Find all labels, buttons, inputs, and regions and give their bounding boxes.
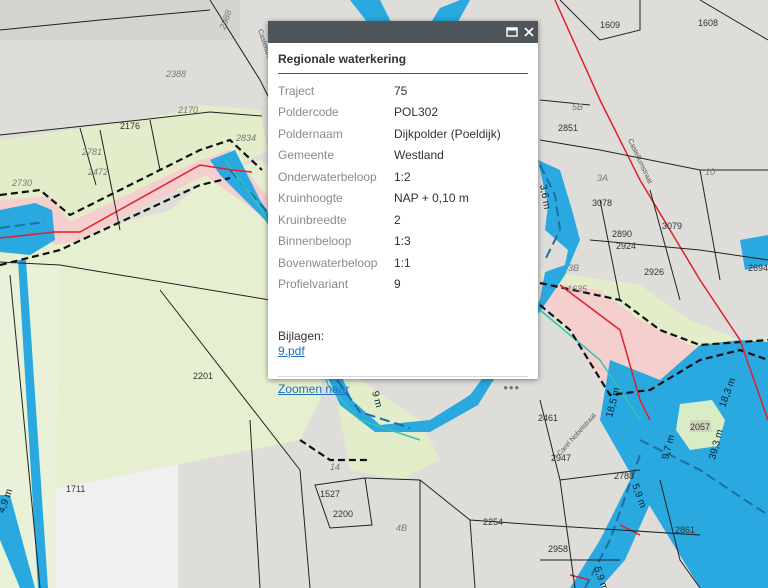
attribute-value: 2 xyxy=(394,212,401,227)
parcel-label: 2176 xyxy=(120,121,140,131)
popup-body: Regionale waterkering Traject 75 Polderco… xyxy=(268,43,538,396)
parcel-label: 2254 xyxy=(483,517,503,527)
attribute-table: Traject 75 Poldercode POL302 Poldernaam Dij… xyxy=(278,80,501,295)
parcel-label: 2461 xyxy=(538,413,558,423)
attribute-value: 1:3 xyxy=(394,234,411,249)
parcel-label: 2834 xyxy=(235,133,256,143)
parcel-label: 2861 xyxy=(675,525,695,535)
parcel-label: 1609 xyxy=(600,20,620,30)
parcel-label: 2200 xyxy=(333,509,353,519)
attribute-row: Traject 75 xyxy=(278,80,501,102)
attribute-value: 1:1 xyxy=(394,255,411,270)
parcel-label: 3079 xyxy=(662,221,682,231)
parcel-label: 2924 xyxy=(616,241,636,251)
attribute-row: Gemeente Westland xyxy=(278,145,501,167)
popup-title: Regionale waterkering xyxy=(278,43,528,74)
parcel-label: 2730 xyxy=(11,178,32,188)
parcel-label: 2788 xyxy=(614,471,634,481)
attribute-key: Bovenwaterbeloop xyxy=(278,255,378,270)
parcel-label: 2781 xyxy=(81,147,102,157)
popup-header xyxy=(268,21,538,43)
attribute-value: NAP + 0,10 m xyxy=(394,191,469,206)
parcel-label: 10 xyxy=(705,167,715,177)
attribute-row: Poldercode POL302 xyxy=(278,102,501,124)
attribute-key: Poldercode xyxy=(278,105,339,120)
parcel-label: 2201 xyxy=(193,371,213,381)
popup-divider xyxy=(278,376,528,377)
parcel-label: 1635 xyxy=(567,284,588,294)
attribute-value: Westland xyxy=(394,148,444,163)
attribute-row: Kruinbreedte 2 xyxy=(278,209,501,231)
zoom-to-link[interactable]: Zoomen naar xyxy=(278,382,349,396)
parcel-label: 1527 xyxy=(320,489,340,499)
attachments-label: Bijlagen: xyxy=(278,329,325,343)
maximize-icon[interactable] xyxy=(504,24,520,40)
attribute-value: 9 xyxy=(394,277,401,292)
parcel-label: 3A xyxy=(597,173,608,183)
attribute-key: Kruinbreedte xyxy=(278,212,347,227)
parcel-label: 3B xyxy=(568,263,579,273)
feature-popup: Regionale waterkering Traject 75 Polderco… xyxy=(268,21,538,396)
attribute-key: Poldernaam xyxy=(278,126,343,141)
attribute-row: Binnenbeloop 1:3 xyxy=(278,231,501,253)
parcel-label: 2890 xyxy=(612,229,632,239)
attribute-row: Bovenwaterbeloop 1:1 xyxy=(278,252,501,274)
attribute-value: 1:2 xyxy=(394,169,411,184)
parcel-label: 3078 xyxy=(592,198,612,208)
attribute-key: Kruinhoogte xyxy=(278,191,343,206)
parcel-label: 2851 xyxy=(558,123,578,133)
parcel-label: 1711 xyxy=(66,484,85,494)
attribute-value: POL302 xyxy=(394,105,439,120)
parcel-label: 2926 xyxy=(644,267,664,277)
parcel-label: 5B xyxy=(572,102,583,112)
attribute-key: Profielvariant xyxy=(278,277,349,292)
attribute-row: Onderwaterbeloop 1:2 xyxy=(278,166,501,188)
parcel-label: 2694 xyxy=(748,263,768,273)
more-options-button[interactable]: ••• xyxy=(503,380,520,395)
attribute-key: Gemeente xyxy=(278,148,335,163)
parcel-label: 2472 xyxy=(87,167,108,177)
attribute-row: Profielvariant 9 xyxy=(278,274,501,296)
attribute-value: Dijkpolder (Poeldijk) xyxy=(394,126,501,141)
attribute-key: Onderwaterbeloop xyxy=(278,169,377,184)
parcel-label: 14 xyxy=(330,462,340,472)
parcel-label: 4B xyxy=(396,523,407,533)
parcel-label: 2388 xyxy=(165,69,186,79)
attribute-row: Poldernaam Dijkpolder (Poeldijk) xyxy=(278,123,501,145)
attribute-value: 75 xyxy=(394,83,408,98)
attribute-row: Kruinhoogte NAP + 0,10 m xyxy=(278,188,501,210)
attribute-key: Binnenbeloop xyxy=(278,234,352,249)
attachment-link[interactable]: 9.pdf xyxy=(278,344,305,358)
parcel-label: 2170 xyxy=(177,105,198,115)
close-icon[interactable] xyxy=(521,24,537,40)
attribute-key: Traject xyxy=(278,83,315,98)
parcel-label: 2958 xyxy=(548,544,568,554)
parcel-label: 1608 xyxy=(698,18,718,28)
parcel-label: 2057 xyxy=(690,422,710,432)
